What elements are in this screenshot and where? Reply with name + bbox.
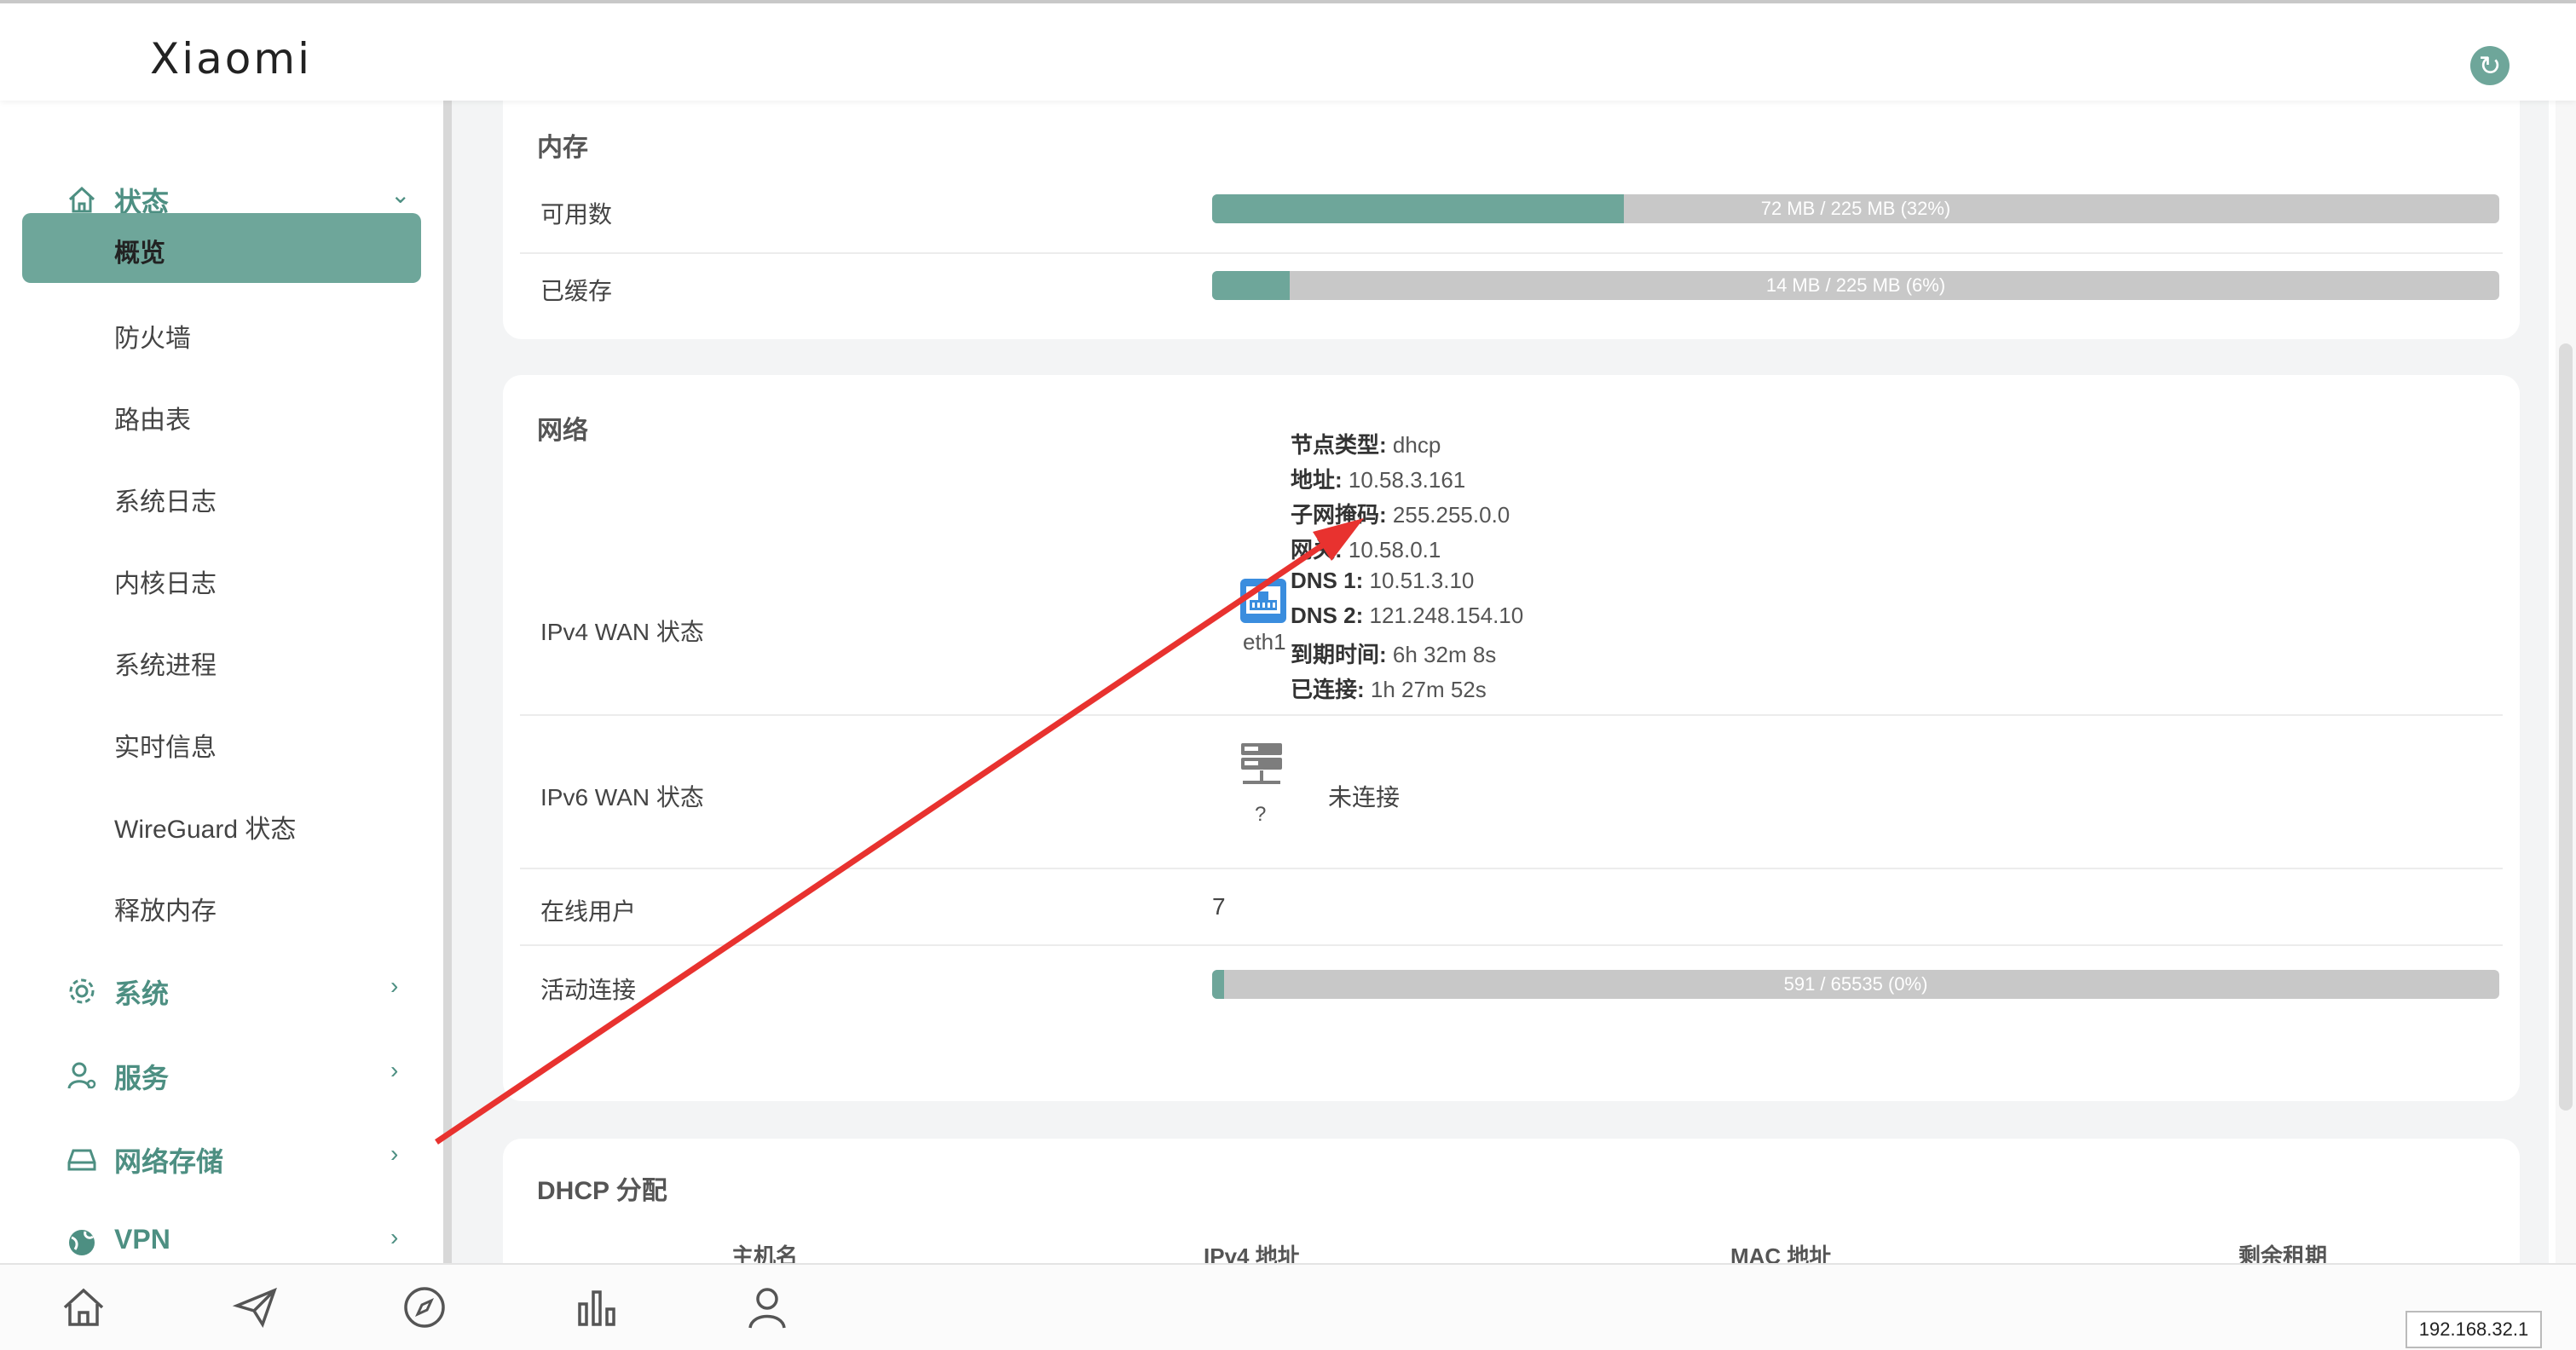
active-connections-label: 活动连接 (540, 977, 637, 1003)
ipv4-interface-name: eth1 (1243, 629, 1286, 655)
page-scrollbar[interactable] (2556, 101, 2576, 1263)
memory-cached-text: 14 MB / 225 MB (6%) (1765, 274, 1946, 296)
sidebar-scrollbar[interactable] (443, 101, 452, 1263)
sidebar-item-realtime[interactable]: 实时信息 (22, 707, 421, 777)
sidebar-group-services[interactable]: 服务 › (0, 1041, 443, 1110)
chart-icon[interactable] (573, 1284, 621, 1331)
globe-icon (69, 1230, 95, 1255)
user-service-icon (67, 1062, 96, 1089)
memory-available-bar: 72 MB / 225 MB (32%) (1212, 194, 2499, 223)
ipv4-wan-label: IPv4 WAN 状态 (540, 619, 704, 645)
ipv6-interface-name: ? (1255, 803, 1267, 826)
dhcp-col-lease: 剩余租期 (2238, 1243, 2328, 1263)
online-users-value: 7 (1212, 893, 1226, 920)
dhcp-card: DHCP 分配 主机名 IPv4 地址 MAC 地址 剩余租期 (503, 1139, 2520, 1263)
ipv6-wan-row: IPv6 WAN 状态 ? 未连接 (520, 716, 2503, 869)
active-connections-row: 活动连接 591 / 65535 (0%) (520, 946, 2503, 1024)
ipv4-connected-line: 已连接: 1h 27m 52s (1291, 677, 1487, 702)
dhcp-col-hostname: 主机名 (731, 1243, 799, 1263)
ipv4-wan-row: IPv4 WAN 状态 eth1 (520, 460, 2503, 716)
dhcp-title: DHCP 分配 (537, 1177, 667, 1205)
home-icon[interactable] (60, 1284, 107, 1331)
scrollbar-thumb[interactable] (2559, 343, 2573, 1111)
sidebar-item-free-memory[interactable]: 释放内存 (22, 871, 421, 941)
memory-available-row: 可用数 72 MB / 225 MB (32%) (520, 176, 2503, 254)
sidebar-item-overview[interactable]: 概览 (22, 213, 421, 283)
sidebar-group-label: 服务 (114, 1063, 170, 1093)
sidebar: 状态 ⌄ 概览 防火墙 路由表 系统日志 内核日志 系统进程 实时信息 Wire… (0, 101, 443, 1263)
chevron-down-icon: ⌄ (390, 182, 411, 208)
memory-cached-bar: 14 MB / 225 MB (6%) (1212, 271, 2499, 300)
memory-cached-row: 已缓存 14 MB / 225 MB (6%) (520, 254, 2503, 326)
server-icon (1241, 743, 1282, 784)
bottom-nav (0, 1263, 2576, 1350)
sidebar-group-network-storage[interactable]: 网络存储 › (0, 1125, 443, 1193)
brand-logo[interactable]: Xiaomi (150, 34, 312, 84)
chevron-right-icon: › (390, 1140, 399, 1167)
ipv4-dns1-line: DNS 1: 10.51.3.10 (1291, 568, 1475, 593)
sidebar-item-routes[interactable]: 路由表 (22, 380, 421, 450)
sidebar-item-syslog[interactable]: 系统日志 (22, 462, 421, 532)
memory-title: 内存 (537, 134, 588, 162)
ipv4-dns2-line: DNS 2: 121.248.154.10 (1291, 603, 1524, 628)
chevron-right-icon: › (390, 1057, 399, 1083)
ethernet-port-icon (1240, 579, 1286, 623)
refresh-icon[interactable]: ↻ (2470, 46, 2510, 85)
drive-icon (67, 1149, 96, 1171)
sidebar-item-wireguard[interactable]: WireGuard 状态 (22, 789, 421, 859)
compass-icon[interactable] (401, 1284, 448, 1331)
online-users-row: 在线用户 7 (520, 869, 2503, 946)
memory-available-label: 可用数 (540, 201, 613, 228)
home-icon (68, 186, 95, 213)
send-icon[interactable] (232, 1284, 280, 1331)
ipv4-gateway-line: 网关: 10.58.0.1 (1291, 537, 1441, 562)
memory-cached-label: 已缓存 (540, 278, 613, 304)
sidebar-group-label: 网络存储 (114, 1146, 224, 1177)
top-bar: Xiaomi ↻ (0, 0, 2576, 101)
sidebar-group-label: 系统 (114, 978, 170, 1009)
online-users-label: 在线用户 (540, 898, 637, 925)
ipv4-mask-line: 子网掩码: 255.255.0.0 (1291, 502, 1510, 528)
ipv6-wan-label: IPv6 WAN 状态 (540, 784, 704, 811)
memory-available-text: 72 MB / 225 MB (32%) (1760, 198, 1951, 219)
main-content: 内存 可用数 72 MB / 225 MB (32%) 已缓存 14 MB / … (452, 101, 2549, 1263)
memory-card: 内存 可用数 72 MB / 225 MB (32%) 已缓存 14 MB / … (503, 101, 2520, 339)
sidebar-item-firewall[interactable]: 防火墙 (22, 298, 421, 368)
chevron-right-icon: › (390, 972, 399, 999)
chevron-right-icon: › (390, 1224, 399, 1250)
gear-icon (69, 978, 95, 1004)
active-connections-bar: 591 / 65535 (0%) (1212, 970, 2499, 999)
network-title: 网络 (537, 417, 588, 445)
ipv6-status: 未连接 (1328, 784, 1401, 811)
ipv4-address-line: 地址: 10.58.3.161 (1291, 467, 1466, 493)
sidebar-group-label: VPN (114, 1224, 170, 1255)
sidebar-item-processes[interactable]: 系统进程 (22, 626, 421, 695)
active-connections-text: 591 / 65535 (0%) (1783, 973, 1928, 995)
network-card: 网络 IPv4 WAN 状态 eth1 节点类型: dhcp 地址: 10.58… (503, 375, 2520, 1101)
dhcp-col-mac: MAC 地址 (1730, 1243, 1832, 1263)
sidebar-group-system[interactable]: 系统 › (0, 957, 443, 1025)
user-icon[interactable] (743, 1284, 791, 1331)
ipv4-type-line: 节点类型: dhcp (1291, 432, 1441, 458)
ipv4-expire-line: 到期时间: 6h 32m 8s (1291, 642, 1497, 667)
ip-address-badge: 192.168.32.1 (2406, 1311, 2542, 1348)
sidebar-item-kernel-log[interactable]: 内核日志 (22, 544, 421, 614)
dhcp-col-ipv4: IPv4 地址 (1204, 1243, 1300, 1263)
